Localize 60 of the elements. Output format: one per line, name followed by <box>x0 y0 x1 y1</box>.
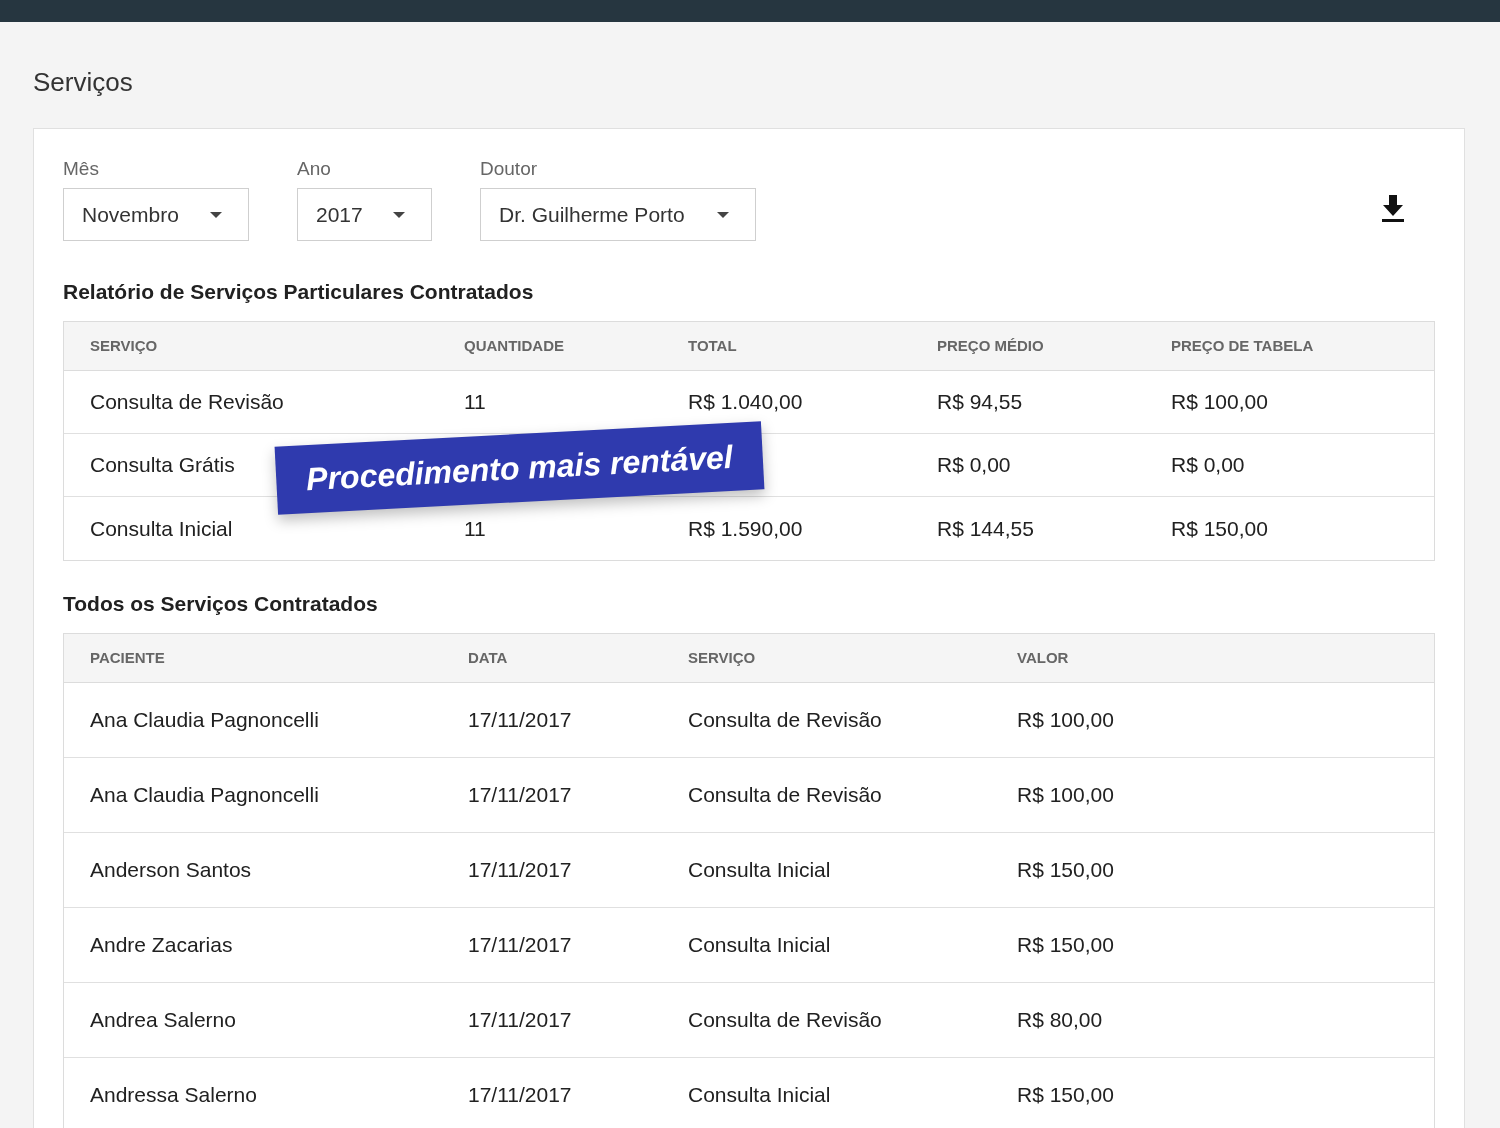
caret-icon <box>210 211 222 218</box>
table-cell-text: R$ 100,00 <box>1017 707 1114 734</box>
caret-icon <box>717 211 729 218</box>
table-cell-text: Andrea Salerno <box>90 1007 236 1034</box>
column-header: DATA <box>468 647 508 668</box>
table-cell-text: R$ 100,00 <box>1171 389 1268 416</box>
column-header: QUANTIDADE <box>464 335 564 356</box>
dropdown[interactable]: 2017 <box>297 188 432 241</box>
table-cell-text: 17/11/2017 <box>468 1007 572 1034</box>
table-cell-text: Ana Claudia Pagnoncelli <box>90 707 319 734</box>
table-cell-text: Consulta Inicial <box>90 515 233 542</box>
table-cell-text: Andre Zacarias <box>90 932 233 959</box>
filter-label: Ano <box>297 157 331 181</box>
table-cell-text: R$ 144,55 <box>937 515 1034 542</box>
table-cell-text: R$ 150,00 <box>1017 857 1114 884</box>
page-title: Serviços <box>33 66 133 98</box>
dropdown[interactable]: Dr. Guilherme Porto <box>480 188 756 241</box>
column-header: VALOR <box>1017 647 1069 668</box>
table-cell-text: R$ 150,00 <box>1017 1082 1114 1109</box>
table-cell-text: R$ 0,00 <box>937 452 1011 479</box>
table-cell-text: Ana Claudia Pagnoncelli <box>90 782 319 809</box>
table-cell-text: Consulta de Revisão <box>688 1007 882 1034</box>
table-cell-text: Consulta Grátis <box>90 452 235 479</box>
table-cell-text: R$ 1.590,00 <box>688 515 803 542</box>
table-cell-text: R$ 1.040,00 <box>688 389 803 416</box>
column-header: PREÇO DE TABELA <box>1171 335 1314 356</box>
column-header: PREÇO MÉDIO <box>937 335 1044 356</box>
section-title: Todos os Serviços Contratados <box>63 591 378 617</box>
table-cell-text: 11 <box>464 389 486 416</box>
table-cell-text: 17/11/2017 <box>468 782 572 809</box>
table-cell-text: Andressa Salerno <box>90 1082 257 1109</box>
table-cell-text: Consulta de Revisão <box>688 782 882 809</box>
column-header: PACIENTE <box>90 647 165 668</box>
table-cell-text: Consulta Inicial <box>688 932 831 959</box>
table-cell-text: 11 <box>464 515 486 542</box>
table-cell-text: 17/11/2017 <box>468 932 572 959</box>
table-cell-text: R$ 94,55 <box>937 389 1023 416</box>
table-cell-text: Consulta de Revisão <box>688 707 882 734</box>
table-cell-text: Anderson Santos <box>90 857 252 884</box>
table-cell-text: Consulta Inicial <box>688 1082 831 1109</box>
dropdown[interactable]: Novembro <box>63 188 249 241</box>
table-cell-text: 17/11/2017 <box>468 707 572 734</box>
column-header: TOTAL <box>688 335 737 356</box>
section-title: Relatório de Serviços Particulares Contratados <box>63 279 534 305</box>
filter-label: Mês <box>63 157 99 181</box>
table-cell-text: 17/11/2017 <box>468 1082 572 1109</box>
column-header: SERVIÇO <box>688 647 756 668</box>
table-cell-text: Consulta Inicial <box>688 857 831 884</box>
column-header: SERVIÇO <box>90 335 158 356</box>
filter-label: Doutor <box>480 157 538 181</box>
table-cell-text: R$ 0,00 <box>1171 452 1245 479</box>
caret-icon <box>393 211 405 218</box>
ribbon-banner: Procedimento mais rentável <box>274 421 765 515</box>
table-cell-text: R$ 80,00 <box>1017 1007 1103 1034</box>
table-cell-text: R$ 150,00 <box>1171 515 1268 542</box>
table-cell-text: R$ 150,00 <box>1017 932 1114 959</box>
table-cell-text: R$ 100,00 <box>1017 782 1114 809</box>
download-icon <box>1381 195 1405 223</box>
table-cell-text: Consulta de Revisão <box>90 389 284 416</box>
table-cell-text: 17/11/2017 <box>468 857 572 884</box>
